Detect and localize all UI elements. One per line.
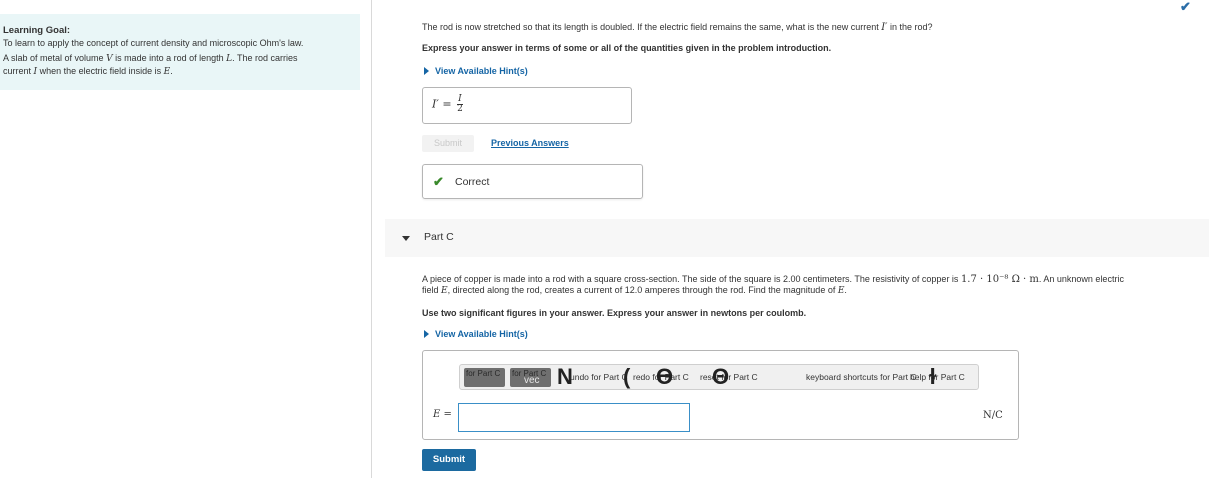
expand-triangle-icon [424,330,429,338]
part-b-answer: I′ = I 2 [432,94,463,114]
part-b-question: The rod is now stretched so that its len… [422,22,933,33]
learning-goal-text: A slab of metal of volume V is made into… [3,53,298,77]
part-b-instruction: Express your answer in terms of some or … [422,43,832,53]
part-c-problem: A piece of copper is made into a rod wit… [422,274,1124,296]
part-c-answer-editor: for Part C for Part C vec Ν undo for Par… [422,350,1019,440]
math-toolbar: for Part C for Part C vec Ν undo for Par… [459,364,979,390]
feedback-label: Correct [455,176,490,188]
part-c-label: Part C [424,231,454,243]
part-c-submit-button[interactable]: Submit [422,449,476,471]
part-b-submit-button[interactable]: Submit [422,135,474,152]
part-b-answer-box: I′ = I 2 [422,87,632,124]
expand-triangle-icon [424,67,429,75]
panel-divider [371,0,372,478]
feedback-correct-box: ✔ Correct [422,164,643,199]
e-field-label: E = [433,409,452,420]
help-button[interactable]: help for Part C [910,372,965,382]
templates-button[interactable]: for Part C [464,368,505,387]
redo-icon[interactable]: ( [623,364,630,390]
previous-answers-link[interactable]: Previous Answers [491,138,569,148]
vector-button[interactable]: for Part C vec [510,368,551,387]
undo-button[interactable]: undo for Part C [570,372,628,382]
part-c-instruction: Use two significant figures in your answ… [422,308,807,318]
check-icon: ✔ [433,174,444,189]
collapse-caret-icon[interactable] [402,236,410,241]
learning-goal-panel: Learning Goal: To learn to apply the con… [0,14,360,90]
completed-check-icon: ✔ [1180,0,1191,14]
keyboard-icon[interactable]: Θ [712,364,729,390]
unit-label: N/C [983,410,1003,421]
part-b-hint-link[interactable]: View Available Hint(s) [424,66,528,76]
reset-icon[interactable]: Ɵ [656,364,673,390]
part-c-hint-link[interactable]: View Available Hint(s) [424,329,528,339]
part-c-header[interactable]: Part C [385,219,1209,257]
answer-fraction: I 2 [457,94,463,114]
e-answer-input[interactable] [458,403,690,432]
keyboard-shortcuts-button[interactable]: keyboard shortcuts for Part C [806,372,917,382]
learning-goal-title: Learning Goal: [3,25,71,36]
learning-goal-line1: To learn to apply the concept of current… [3,38,304,48]
